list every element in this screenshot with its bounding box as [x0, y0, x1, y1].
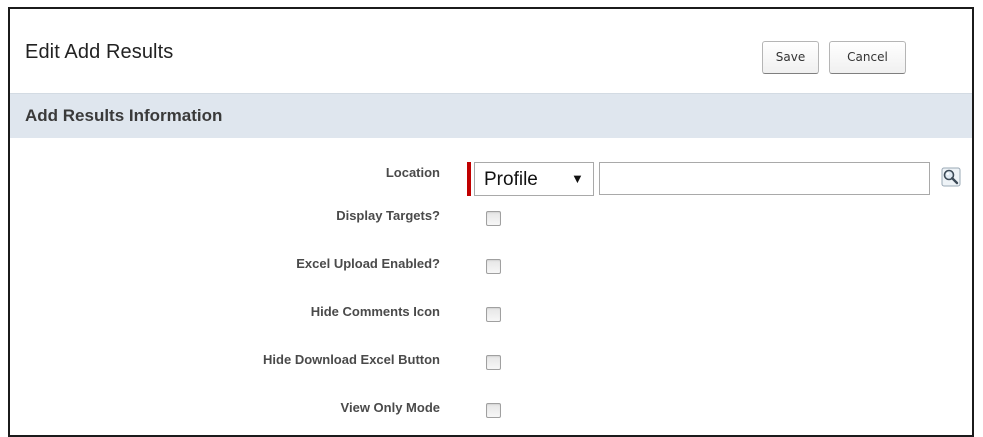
view-only-checkbox[interactable]	[486, 403, 501, 418]
edit-panel: Edit Add Results Save Cancel Add Results…	[8, 7, 974, 437]
field-label-hide-comments: Hide Comments Icon	[310, 304, 440, 319]
field-label-view-only: View Only Mode	[340, 400, 440, 415]
display-targets-checkbox[interactable]	[486, 211, 501, 226]
cancel-button[interactable]: Cancel	[829, 41, 906, 74]
location-lookup-input[interactable]	[599, 162, 930, 195]
lookup-magnifier-icon[interactable]	[941, 167, 961, 187]
required-marker	[467, 162, 471, 196]
page-title: Edit Add Results	[25, 41, 174, 63]
field-label-display-targets: Display Targets?	[336, 208, 440, 223]
section-title: Add Results Information	[25, 106, 223, 125]
field-row-excel-upload: Excel Upload Enabled?	[10, 252, 972, 282]
chevron-down-icon: ▼	[571, 171, 584, 186]
section-header: Add Results Information	[10, 93, 972, 138]
hide-comments-checkbox[interactable]	[486, 307, 501, 322]
field-row-hide-download: Hide Download Excel Button	[10, 348, 972, 378]
save-button[interactable]: Save	[762, 41, 819, 74]
location-type-value: Profile	[484, 169, 538, 190]
field-row-display-targets: Display Targets?	[10, 204, 972, 234]
location-label: Location	[385, 165, 440, 180]
field-row-hide-comments: Hide Comments Icon	[10, 300, 972, 330]
field-row-view-only: View Only Mode	[10, 396, 972, 426]
hide-download-checkbox[interactable]	[486, 355, 501, 370]
excel-upload-checkbox[interactable]	[486, 259, 501, 274]
page-header: Edit Add Results Save Cancel	[10, 9, 972, 89]
field-label-excel-upload: Excel Upload Enabled?	[296, 256, 440, 271]
location-type-select[interactable]: Profile ▼	[474, 162, 594, 196]
field-label-hide-download: Hide Download Excel Button	[263, 352, 440, 367]
